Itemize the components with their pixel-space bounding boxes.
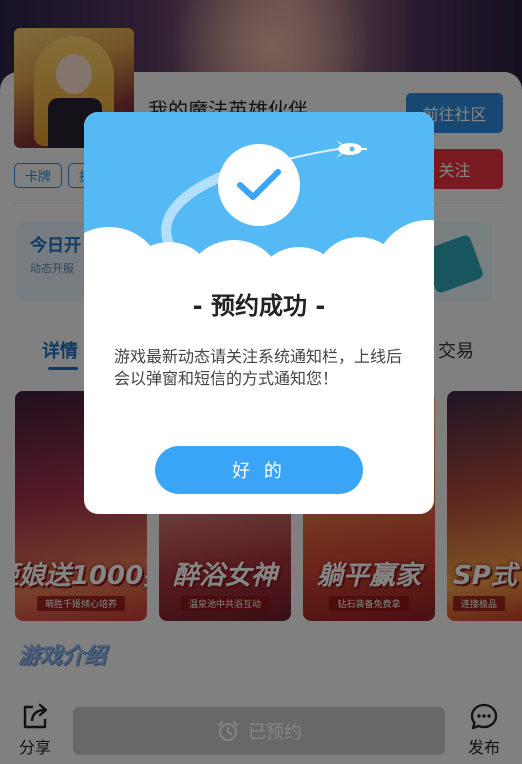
dialog-header-illustration [84, 112, 434, 340]
check-circle [218, 144, 300, 226]
dialog-message: 游戏最新动态请关注系统通知栏，上线后会以弹窗和短信的方式通知您！ [114, 347, 403, 388]
dialog-title: - 预约成功 - [192, 292, 326, 320]
rocket-icon [336, 140, 367, 158]
reservation-success-dialog: - 预约成功 - 游戏最新动态请关注系统通知栏，上线后会以弹窗和短信的方式通知您… [84, 112, 434, 514]
ok-button[interactable]: 好 的 [155, 446, 363, 494]
check-icon [237, 169, 281, 200]
